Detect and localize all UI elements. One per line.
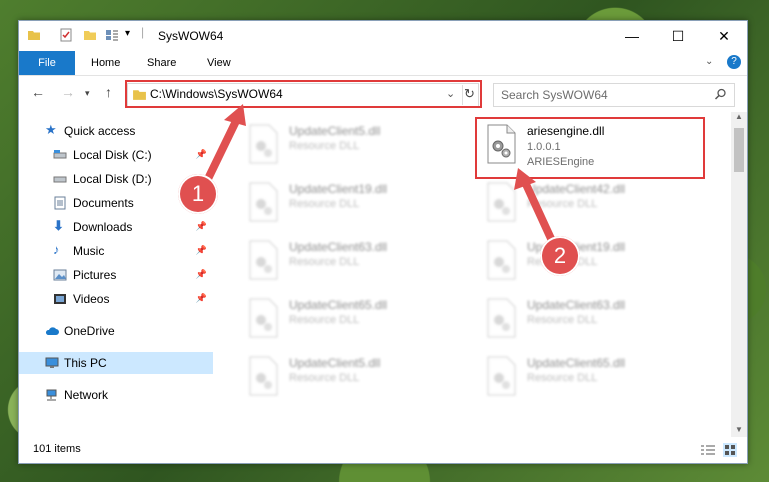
annotation-arrows [201,104,557,247]
step-2-badge: 2 [540,236,580,276]
step-1-badge: 1 [178,174,218,214]
